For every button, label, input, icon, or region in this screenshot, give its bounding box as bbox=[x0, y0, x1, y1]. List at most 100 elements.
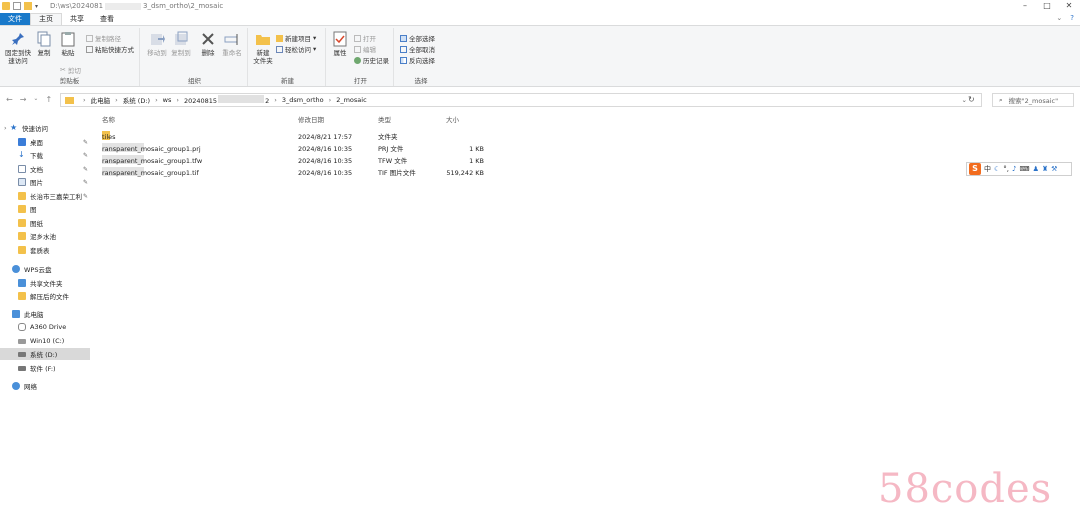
collapse-ribbon-icon[interactable]: ⌄ bbox=[1056, 14, 1062, 22]
select-none-button[interactable]: 全部取消 bbox=[400, 44, 435, 54]
breadcrumb-project[interactable]: 20240815 2 bbox=[184, 95, 269, 105]
select-all-label: 全部选择 bbox=[409, 35, 435, 43]
nav-folder-taozhibiao[interactable]: 套质表 bbox=[0, 244, 90, 256]
quick-access-dropdown-icon[interactable]: ▾ bbox=[35, 3, 38, 10]
column-date-modified[interactable]: 修改日期 bbox=[298, 114, 324, 126]
new-folder-quick-icon[interactable] bbox=[24, 2, 32, 10]
nav-drive-f[interactable]: 软件 (F:) bbox=[0, 362, 90, 374]
nav-extracted-files[interactable]: 解压后的文件 bbox=[0, 290, 90, 302]
new-folder-button[interactable]: 新建 文件夹 bbox=[252, 31, 274, 65]
nav-drive-c[interactable]: Win10 (C:) bbox=[0, 335, 90, 347]
forward-arrow-icon[interactable]: → bbox=[20, 95, 27, 104]
punctuation-icon[interactable]: °, bbox=[1003, 165, 1009, 173]
breadcrumb-drive-d[interactable]: 系统 (D:) bbox=[123, 95, 150, 105]
nav-folder-tu[interactable]: 图 bbox=[0, 203, 90, 215]
column-type[interactable]: 类型 bbox=[378, 114, 391, 126]
tab-file[interactable]: 文件 bbox=[0, 13, 30, 25]
drive-icon bbox=[18, 338, 26, 344]
ime-mode-label[interactable]: 中 bbox=[984, 164, 991, 174]
copy-button[interactable]: 复制 bbox=[34, 31, 54, 57]
nav-folder-nixiang[interactable]: 泥乡水池 bbox=[0, 230, 90, 242]
recent-dropdown-icon[interactable]: ⌄ bbox=[33, 95, 38, 104]
nav-pictures[interactable]: 图片 ✎ bbox=[0, 176, 90, 188]
user-icon[interactable]: ♟ bbox=[1033, 165, 1039, 173]
cut-button[interactable]: ✂ 剪切 bbox=[60, 65, 81, 75]
pin-icon: ✎ bbox=[82, 192, 88, 200]
file-row[interactable]: 20240815ransparent_mosaic_group1.tif 202… bbox=[98, 167, 498, 179]
properties-button[interactable]: 属性 bbox=[330, 31, 350, 57]
invert-selection-button[interactable]: 反向选择 bbox=[400, 55, 435, 65]
breadcrumb-ws[interactable]: ws bbox=[163, 96, 172, 104]
folder-icon bbox=[18, 246, 26, 254]
file-row[interactable]: 20240815ransparent_mosaic_group1.tfw 202… bbox=[98, 155, 498, 167]
voice-icon[interactable]: ♪ bbox=[1012, 165, 1016, 173]
nav-drive-d[interactable]: 系统 (D:) bbox=[0, 348, 90, 360]
paste-button[interactable]: 粘贴 bbox=[58, 31, 78, 57]
nav-downloads[interactable]: ↓ 下载 ✎ bbox=[0, 149, 90, 161]
help-icon[interactable]: ? bbox=[1070, 14, 1074, 22]
copy-path-label: 复制路径 bbox=[95, 35, 121, 43]
search-icon: ⌕ bbox=[999, 95, 1003, 104]
select-all-button[interactable]: 全部选择 bbox=[400, 33, 435, 43]
minimize-button[interactable]: – bbox=[1014, 0, 1036, 12]
tab-home[interactable]: 主页 bbox=[30, 13, 62, 25]
delete-button[interactable]: 删除 bbox=[198, 31, 218, 57]
maximize-button[interactable]: □ bbox=[1036, 0, 1058, 12]
keyboard-icon[interactable]: ⌨ bbox=[1019, 165, 1029, 173]
pin-quick-access-button[interactable]: 固定到快 速访问 bbox=[4, 31, 32, 65]
file-row[interactable]: 20240815ransparent_mosaic_group1.prj 202… bbox=[98, 143, 498, 155]
easy-access-label: 轻松访问 bbox=[285, 46, 311, 54]
nav-network[interactable]: 网络 bbox=[0, 380, 90, 392]
copy-to-button[interactable]: 复制到 bbox=[170, 31, 192, 57]
nav-a360-drive[interactable]: A360 Drive bbox=[0, 321, 90, 333]
title-bar: ▾ D:\ws\2024081 3_dsm_ortho\2_mosaic – □ … bbox=[0, 0, 1080, 12]
pin-icon: ✎ bbox=[82, 151, 88, 159]
nav-quick-access[interactable]: › ★ 快速访问 bbox=[0, 122, 90, 134]
refresh-icon[interactable]: ↻ bbox=[968, 95, 975, 104]
properties-quick-icon[interactable] bbox=[13, 2, 21, 10]
open-group-label: 打开 bbox=[354, 77, 367, 85]
wrench-icon[interactable]: ⚒ bbox=[1051, 165, 1057, 173]
search-input[interactable]: ⌕ 搜索"2_mosaic" bbox=[992, 93, 1074, 107]
edit-button[interactable]: 编辑 bbox=[354, 44, 376, 54]
close-button[interactable]: ✕ bbox=[1058, 0, 1080, 12]
copy-path-button[interactable]: 复制路径 bbox=[86, 33, 121, 43]
easy-access-button[interactable]: 轻松访问 ▾ bbox=[276, 44, 316, 54]
history-button[interactable]: 历史记录 bbox=[354, 55, 389, 65]
file-row[interactable]: tiles 2024/8/21 17:57 文件夹 bbox=[98, 131, 498, 143]
navigation-pane: › ★ 快速访问 桌面 ✎ ↓ 下载 ✎ 文档 ✎ 图片 ✎ 长治市三嘉荣工利 ✎ 图 图纸… bbox=[0, 118, 92, 418]
ime-toolbar[interactable]: S 中 ☾ °, ♪ ⌨ ♟ ♜ ⚒ bbox=[966, 162, 1072, 176]
folder-icon bbox=[2, 2, 10, 10]
moon-icon[interactable]: ☾ bbox=[994, 165, 1000, 173]
nav-folder-changzhi[interactable]: 长治市三嘉荣工利 ✎ bbox=[0, 190, 90, 202]
breadcrumb-this-pc[interactable]: 此电脑 bbox=[91, 95, 111, 105]
new-item-button[interactable]: 新建项目 ▾ bbox=[276, 33, 316, 43]
back-arrow-icon[interactable]: ← bbox=[6, 95, 13, 104]
breadcrumb-mosaic[interactable]: 2_mosaic bbox=[336, 96, 366, 104]
paste-shortcut-button[interactable]: 粘贴快捷方式 bbox=[86, 44, 134, 54]
tab-share[interactable]: 共享 bbox=[62, 13, 92, 25]
rename-button[interactable]: 重命名 bbox=[220, 31, 244, 57]
nav-shared-folder[interactable]: 共享文件夹 bbox=[0, 277, 90, 289]
up-arrow-icon[interactable]: ↑ bbox=[45, 95, 52, 104]
select-none-icon bbox=[400, 45, 407, 53]
nav-desktop[interactable]: 桌面 ✎ bbox=[0, 136, 90, 148]
move-to-button[interactable]: 移动到 bbox=[146, 31, 168, 57]
column-name[interactable]: 名称 bbox=[102, 114, 115, 126]
open-label: 打开 bbox=[363, 35, 376, 43]
sogou-logo-icon[interactable]: S bbox=[969, 163, 981, 175]
skin-icon[interactable]: ♜ bbox=[1042, 165, 1048, 173]
tab-view[interactable]: 查看 bbox=[92, 13, 122, 25]
nav-folder-tuzhi[interactable]: 图纸 bbox=[0, 217, 90, 229]
breadcrumb-dsm-ortho[interactable]: 3_dsm_ortho bbox=[282, 96, 324, 104]
open-button[interactable]: 打开 bbox=[354, 33, 376, 43]
nav-this-pc[interactable]: 此电脑 bbox=[0, 308, 90, 320]
nav-documents[interactable]: 文档 ✎ bbox=[0, 163, 90, 175]
chevron-down-icon[interactable]: ⌄ bbox=[962, 96, 967, 104]
address-bar[interactable]: › 此电脑 › 系统 (D:) › ws › 20240815 2 › 3_dsm… bbox=[60, 93, 982, 107]
chevron-right-icon: › bbox=[115, 96, 118, 104]
column-size[interactable]: 大小 bbox=[446, 114, 459, 126]
nav-wps-cloud[interactable]: WPS云盘 bbox=[0, 263, 90, 275]
clipboard-group: 固定到快 速访问 复制 粘贴 复制路径 粘贴快捷方式 ✂ 剪切 剪贴板 bbox=[0, 28, 140, 86]
select-none-label: 全部取消 bbox=[409, 46, 435, 54]
